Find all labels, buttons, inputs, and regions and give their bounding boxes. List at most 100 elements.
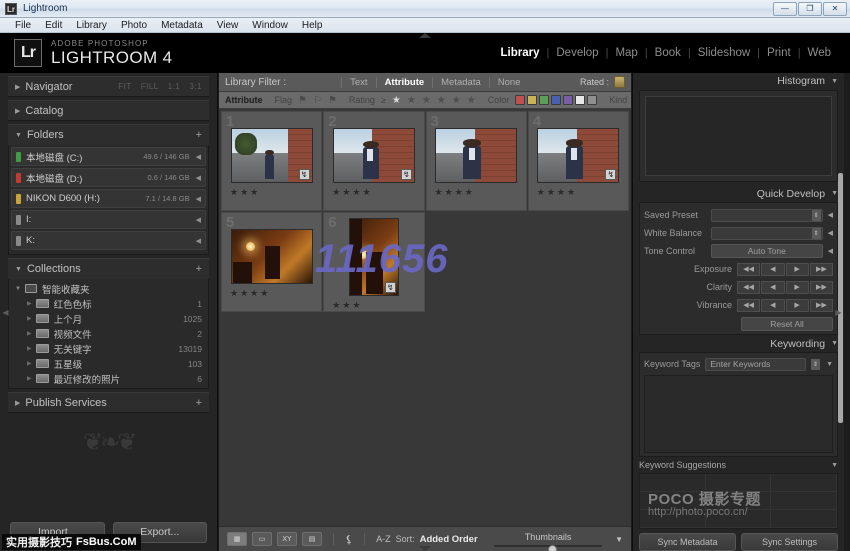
lock-icon[interactable] <box>614 76 625 88</box>
sort-direction-icon[interactable]: A-Z <box>376 534 391 544</box>
white-balance-select[interactable]: ⇕ <box>711 227 823 240</box>
photo-thumbnail[interactable] <box>435 128 517 183</box>
photo-rating[interactable]: ★★★★ <box>230 288 270 299</box>
menu-view[interactable]: View <box>210 20 246 31</box>
menu-metadata[interactable]: Metadata <box>154 20 210 31</box>
flag-reject-icon[interactable]: ⚑ <box>328 95 337 106</box>
module-web[interactable]: Web <box>801 47 838 59</box>
chevron-left-icon[interactable]: ◀ <box>196 237 201 245</box>
chevron-down-icon[interactable]: ▼ <box>826 361 833 368</box>
suggestion-cell[interactable] <box>771 510 837 528</box>
exposure-increase-big[interactable]: ▶▶ <box>810 263 833 276</box>
rating-star-3[interactable]: ★ <box>422 95 431 106</box>
zoom-1-1[interactable]: 1:1 <box>168 82 181 91</box>
suggestion-cell[interactable] <box>771 474 837 492</box>
bottom-panel-toggle[interactable] <box>419 546 431 551</box>
photo-thumbnail[interactable] <box>231 229 313 284</box>
left-panel-collapse-toggle[interactable]: ◀ <box>1 292 10 332</box>
compare-view-icon[interactable]: XY <box>277 532 297 546</box>
menu-library[interactable]: Library <box>69 20 114 31</box>
collection-item[interactable]: ▶ 上个月 1025 <box>11 311 206 326</box>
color-swatch-red[interactable] <box>515 95 525 105</box>
rating-star-5[interactable]: ★ <box>452 95 461 106</box>
maximize-button[interactable]: ❐ <box>798 2 822 16</box>
suggestion-cell[interactable] <box>771 492 837 510</box>
collection-item[interactable]: ▶ 红色色标 1 <box>11 296 206 311</box>
clarity-decrease[interactable]: ◀ <box>761 281 784 294</box>
module-book[interactable]: Book <box>648 47 688 59</box>
module-library[interactable]: Library <box>494 47 547 59</box>
publish-services-header[interactable]: ▶ Publish Services + <box>8 392 209 413</box>
color-swatch-blue[interactable] <box>551 95 561 105</box>
vibrance-increase-big[interactable]: ▶▶ <box>810 299 833 312</box>
histogram-panel[interactable] <box>639 90 838 182</box>
add-folder-icon[interactable]: + <box>196 129 202 141</box>
thumbnail-size-control[interactable]: Thumbnails <box>494 532 602 547</box>
right-panel-collapse-toggle[interactable]: ▶ <box>834 292 843 332</box>
suggestion-cell[interactable] <box>706 474 772 492</box>
folder-drive-row[interactable]: NIKON D600 (H:) 7.1 / 14.8 GB ◀ <box>11 189 206 208</box>
keyword-input[interactable]: Enter Keywords <box>705 358 806 371</box>
add-publish-service-icon[interactable]: + <box>196 397 202 409</box>
color-swatch-purple[interactable] <box>563 95 573 105</box>
grid-cell[interactable]: 3 ★★★★ <box>426 111 527 211</box>
toolbar-options-icon[interactable]: ▼ <box>615 535 623 544</box>
auto-tone-button[interactable]: Auto Tone <box>711 244 823 258</box>
reset-all-button[interactable]: Reset All <box>741 317 833 331</box>
suggestion-cell[interactable] <box>706 492 772 510</box>
folder-drive-row[interactable]: I: ◀ <box>11 210 206 229</box>
chevron-left-icon[interactable]: ◀ <box>196 153 201 161</box>
suggestion-cell[interactable] <box>640 474 706 492</box>
folders-header[interactable]: ▼ Folders + <box>8 124 209 145</box>
suggestion-cell[interactable] <box>706 510 772 528</box>
chevron-left-icon[interactable]: ◀ <box>196 216 201 224</box>
menu-help[interactable]: Help <box>295 20 330 31</box>
flag-unflagged-icon[interactable]: ⚐ <box>313 95 322 106</box>
rating-star-4[interactable]: ★ <box>437 95 446 106</box>
menu-window[interactable]: Window <box>245 20 295 31</box>
photo-rating[interactable]: ★★★ <box>332 300 362 311</box>
color-swatch-green[interactable] <box>539 95 549 105</box>
exposure-increase[interactable]: ▶ <box>786 263 809 276</box>
collection-item[interactable]: ▶ 五星级 103 <box>11 356 206 371</box>
module-print[interactable]: Print <box>760 47 798 59</box>
saved-preset-select[interactable]: ⇕ <box>711 209 823 222</box>
photo-rating[interactable]: ★★★★ <box>537 187 577 198</box>
folder-drive-row[interactable]: 本地磁盘 (D:) 0.6 / 146 GB ◀ <box>11 168 206 187</box>
minimize-button[interactable]: — <box>773 2 797 16</box>
vibrance-increase[interactable]: ▶ <box>786 299 809 312</box>
spray-can-icon[interactable]: ⚸ <box>345 533 353 546</box>
photo-thumbnail[interactable]: ↯ <box>333 128 415 183</box>
color-swatch-white[interactable] <box>575 95 585 105</box>
photo-rating[interactable]: ★★★ <box>230 187 260 198</box>
chevron-left-icon[interactable]: ◀ <box>828 247 833 255</box>
grid-view-icon[interactable]: ▦ <box>227 532 247 546</box>
quick-develop-header[interactable]: Quick Develop ▼ <box>639 186 838 203</box>
folder-drive-row[interactable]: 本地磁盘 (C:) 49.6 / 146 GB ◀ <box>11 147 206 166</box>
filter-tab-none[interactable]: None <box>490 77 529 88</box>
grid-cell[interactable]: 6 ↯ ★★★ <box>323 212 424 312</box>
keyword-tags-area[interactable] <box>644 375 833 453</box>
flag-pick-icon[interactable]: ⚑ <box>298 95 307 106</box>
collections-header[interactable]: ▼ Collections + <box>8 258 209 279</box>
filter-tab-text[interactable]: Text <box>342 77 375 88</box>
zoom-fit[interactable]: FIT <box>118 82 132 91</box>
clarity-increase[interactable]: ▶ <box>786 281 809 294</box>
clarity-increase-big[interactable]: ▶▶ <box>810 281 833 294</box>
zoom-fill[interactable]: FILL <box>141 82 159 91</box>
collection-item[interactable]: ▶ 无关键字 13019 <box>11 341 206 356</box>
grid-cell[interactable]: 2 ↯ ★★★★ <box>323 111 424 211</box>
grid-cell[interactable]: 1 ↯ ★★★ <box>221 111 322 211</box>
chevron-left-icon[interactable]: ◀ <box>196 195 201 203</box>
filter-tab-metadata[interactable]: Metadata <box>433 77 489 88</box>
thumbnail-size-knob[interactable] <box>548 545 557 551</box>
smart-collections-root[interactable]: ▼ 智能收藏夹 <box>11 281 206 296</box>
chevron-left-icon[interactable]: ◀ <box>828 229 833 237</box>
rating-star-2[interactable]: ★ <box>407 95 416 106</box>
photo-rating[interactable]: ★★★★ <box>332 187 372 198</box>
color-swatch-gray[interactable] <box>587 95 597 105</box>
catalog-header[interactable]: ▶ Catalog <box>8 100 209 121</box>
module-develop[interactable]: Develop <box>549 47 605 59</box>
collection-item[interactable]: ▶ 视频文件 2 <box>11 326 206 341</box>
vibrance-decrease[interactable]: ◀ <box>761 299 784 312</box>
